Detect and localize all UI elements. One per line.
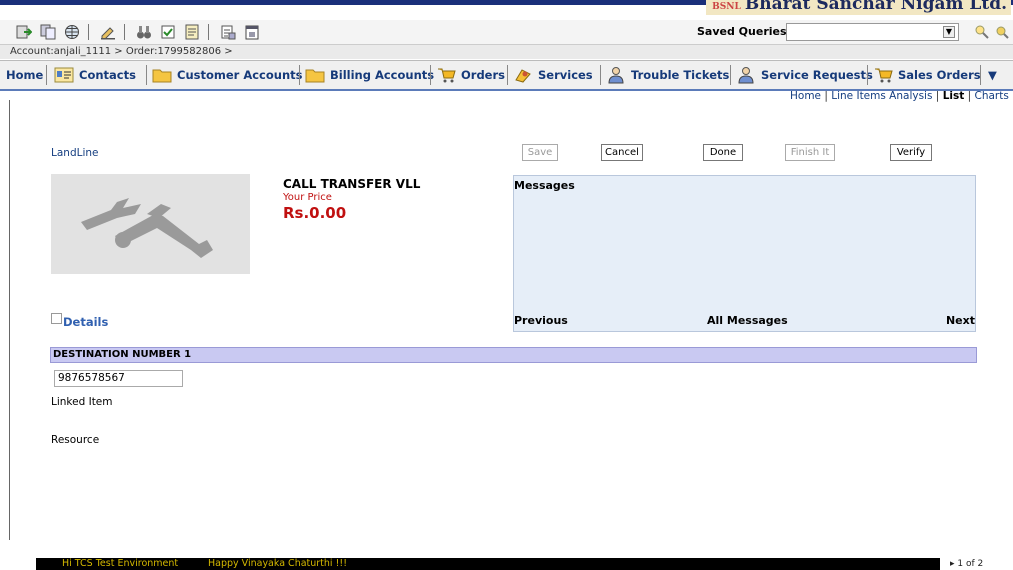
messages-previous-link[interactable]: Previous bbox=[514, 314, 568, 327]
product-image bbox=[51, 174, 250, 274]
destination-number-input[interactable]: 9876578567 bbox=[54, 370, 183, 387]
price-value: Rs.0.00 bbox=[283, 204, 347, 222]
globe-icon[interactable] bbox=[64, 24, 80, 40]
finish-it-button[interactable]: Finish It bbox=[785, 144, 835, 161]
tab-sales-orders[interactable]: Sales Orders bbox=[873, 65, 981, 85]
notes-icon[interactable] bbox=[184, 24, 200, 40]
resource-label: Resource bbox=[51, 434, 100, 446]
chevron-down-icon[interactable]: ▼ bbox=[943, 26, 955, 38]
checklist-icon[interactable] bbox=[160, 24, 176, 40]
brand-logo: BSNL Bharat Sanchar Nigam Ltd. bbox=[706, 0, 1011, 15]
subnav: Home | Line Items Analysis | List | Char… bbox=[790, 90, 1009, 102]
product-name: CALL TRANSFER VLL bbox=[283, 177, 421, 191]
calendar-icon[interactable] bbox=[244, 24, 260, 40]
verify-button[interactable]: Verify bbox=[890, 144, 932, 161]
subnav-separator: | bbox=[824, 90, 828, 102]
ticker-next-arrow-icon[interactable]: ▸ bbox=[950, 559, 955, 569]
brand-prefix: BSNL bbox=[712, 2, 741, 12]
tab-contacts[interactable]: Contacts bbox=[54, 65, 136, 85]
tab-home[interactable]: Home bbox=[6, 65, 43, 85]
tab-orders[interactable]: Orders bbox=[436, 65, 505, 85]
tab-separator bbox=[299, 65, 300, 85]
tab-label: Services bbox=[538, 68, 593, 82]
query-refresh-icon[interactable] bbox=[994, 24, 1010, 40]
tab-label: Home bbox=[6, 68, 44, 82]
tab-separator bbox=[980, 65, 981, 85]
tab-separator bbox=[867, 65, 868, 85]
report-icon[interactable] bbox=[220, 24, 236, 40]
subnav-home[interactable]: Home bbox=[790, 90, 821, 102]
messages-panel: Messages Previous All Messages Next bbox=[513, 175, 976, 332]
subnav-separator: | bbox=[967, 90, 972, 102]
done-button[interactable]: Done bbox=[703, 144, 743, 161]
tab-label: Contacts bbox=[79, 68, 136, 82]
ticker-page-count: 1 of 2 bbox=[957, 559, 984, 569]
breadcrumb[interactable]: Account:anjali_1111 > Order:1799582806 > bbox=[10, 46, 233, 57]
price-label: Your Price bbox=[283, 192, 332, 203]
tab-bar: Home Contacts Customer Accounts Billing … bbox=[0, 60, 1013, 91]
left-border-line bbox=[9, 100, 10, 540]
tab-label: Trouble Tickets bbox=[631, 68, 730, 82]
destination-header: DESTINATION NUMBER 1 bbox=[50, 347, 977, 363]
contacts-icon bbox=[54, 67, 74, 83]
all-messages-link[interactable]: All Messages bbox=[707, 314, 788, 327]
cart-icon bbox=[875, 68, 893, 83]
cart-icon bbox=[438, 68, 456, 83]
binoculars-icon[interactable] bbox=[136, 24, 152, 40]
tab-services[interactable]: Services bbox=[513, 65, 593, 85]
subnav-line-items-analysis[interactable]: Line Items Analysis bbox=[831, 90, 932, 102]
tab-separator bbox=[146, 65, 147, 85]
tab-trouble-tickets[interactable]: Trouble Tickets bbox=[606, 65, 729, 85]
tab-separator bbox=[430, 65, 431, 85]
subnav-list[interactable]: List bbox=[943, 90, 965, 102]
copy-icon[interactable] bbox=[40, 24, 56, 40]
tab-label: Sales Orders bbox=[898, 68, 981, 82]
tab-separator bbox=[507, 65, 508, 85]
cancel-button[interactable]: Cancel bbox=[601, 144, 643, 161]
linked-item-label: Linked Item bbox=[51, 396, 113, 408]
news-ticker: Hi TCS Test Environment Happy Vinayaka C… bbox=[36, 558, 940, 570]
tab-separator bbox=[46, 65, 47, 85]
tab-label: Billing Accounts bbox=[330, 68, 435, 82]
ticker-text-2: Happy Vinayaka Chaturthi !!! bbox=[208, 558, 348, 569]
details-link[interactable]: Details bbox=[63, 315, 108, 329]
tab-label: Service Requests bbox=[761, 68, 873, 82]
export-icon[interactable] bbox=[16, 24, 32, 40]
tools-icon bbox=[81, 198, 213, 258]
toolbar-separator bbox=[208, 24, 209, 40]
tab-label: Customer Accounts bbox=[177, 68, 303, 82]
subnav-charts[interactable]: Charts bbox=[974, 90, 1008, 102]
query-search-icon[interactable] bbox=[974, 24, 990, 40]
edit-icon[interactable] bbox=[100, 24, 116, 40]
tab-customer-accounts[interactable]: Customer Accounts bbox=[152, 65, 302, 85]
ticker-text-1: Hi TCS Test Environment bbox=[62, 558, 179, 569]
person-icon bbox=[738, 67, 754, 84]
breadcrumb-bar: Account:anjali_1111 > Order:1799582806 > bbox=[0, 44, 1013, 59]
ticker-pager[interactable]: ▸ 1 of 2 bbox=[950, 558, 983, 570]
subnav-separator: | bbox=[935, 90, 940, 102]
toolbar-separator bbox=[124, 24, 125, 40]
tab-more-chevron-down-icon[interactable]: ▼ bbox=[988, 65, 997, 85]
product-category: LandLine bbox=[51, 147, 99, 159]
save-button[interactable]: Save bbox=[522, 144, 558, 161]
saved-queries-select[interactable]: ▼ bbox=[786, 23, 959, 41]
toolbar-separator bbox=[88, 24, 89, 40]
messages-title: Messages bbox=[514, 179, 575, 192]
tab-service-requests[interactable]: Service Requests bbox=[736, 65, 873, 85]
brand-name: Bharat Sanchar Nigam Ltd. bbox=[744, 0, 1007, 14]
folder-icon bbox=[305, 69, 325, 83]
person-icon bbox=[608, 67, 624, 84]
tab-separator bbox=[600, 65, 601, 85]
toolbar: Saved Queries: ▼ bbox=[0, 20, 1013, 44]
details-checkbox[interactable] bbox=[51, 313, 62, 324]
tab-label: Orders bbox=[461, 68, 505, 82]
tab-billing-accounts[interactable]: Billing Accounts bbox=[305, 65, 434, 85]
services-icon bbox=[515, 69, 531, 83]
saved-queries-label: Saved Queries: bbox=[697, 25, 791, 38]
tab-separator bbox=[730, 65, 731, 85]
folder-icon bbox=[152, 69, 172, 83]
messages-next-link[interactable]: Next bbox=[946, 314, 975, 327]
